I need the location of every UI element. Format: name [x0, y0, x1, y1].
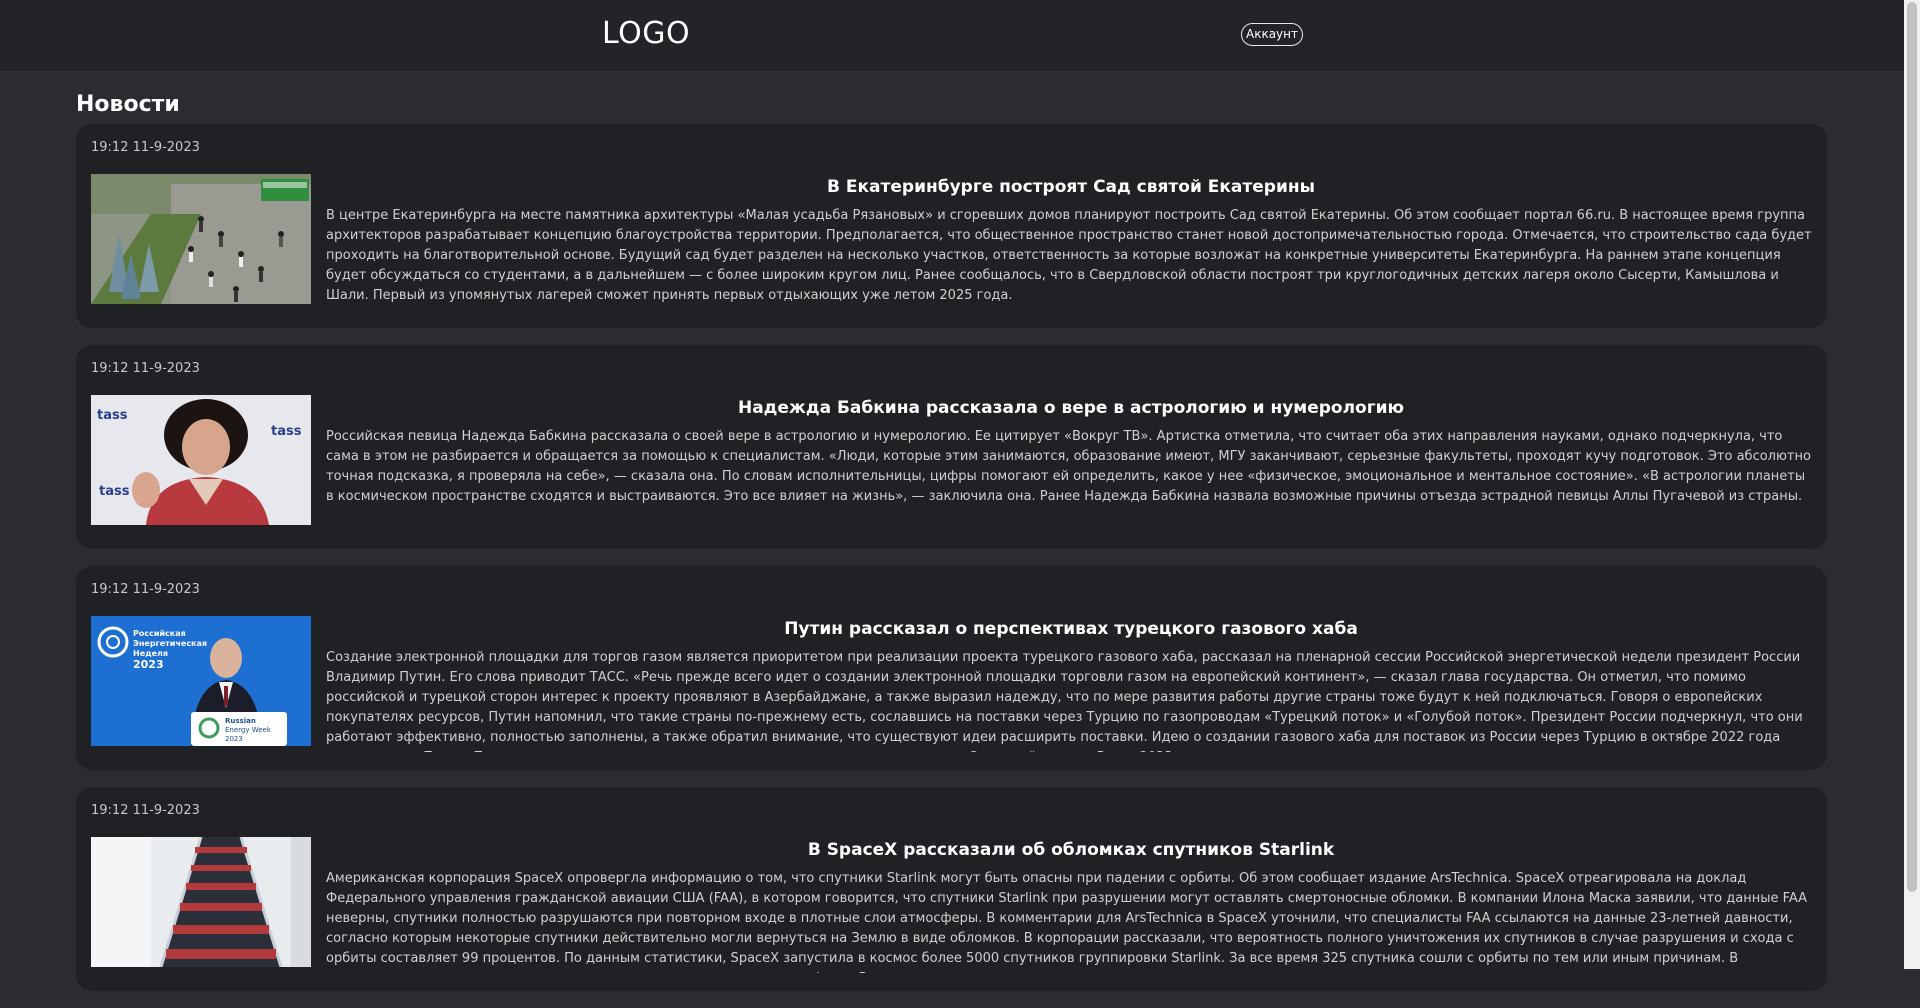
news-card[interactable]: 19:12 11-9-2023 Российская Энергетическа…: [76, 566, 1827, 770]
news-date: 19:12 11-9-2023: [91, 361, 200, 376]
news-date: 19:12 11-9-2023: [91, 803, 200, 818]
street-garden-photo: [91, 174, 311, 304]
svg-text:Неделя: Неделя: [133, 649, 168, 658]
news-text: Создание электронной площадки для торгов…: [326, 650, 1803, 752]
news-card[interactable]: 19:12 11-9-2023 tass tass tass Надежда Б…: [76, 345, 1827, 549]
news-text: Американская корпорация SpaceX опровергл…: [326, 871, 1808, 973]
svg-text:tass: tass: [97, 408, 128, 423]
scrollbar-thumb[interactable]: [1907, 2, 1917, 892]
logo[interactable]: LOGO: [602, 16, 690, 51]
news-title[interactable]: Путин рассказал о перспективах турецкого…: [326, 619, 1816, 639]
news-thumbnail[interactable]: [91, 174, 311, 304]
news-date: 19:12 11-9-2023: [91, 140, 200, 155]
portrait-photo: tass tass tass: [91, 395, 311, 525]
account-button[interactable]: Аккаунт: [1241, 23, 1303, 46]
news-text: В центре Екатеринбурга на месте памятник…: [326, 208, 1812, 303]
svg-text:2023: 2023: [225, 735, 243, 743]
svg-text:tass: tass: [99, 484, 130, 499]
page-title: Новости: [76, 92, 180, 117]
speaker-photo: Российская Энергетическая Неделя 2023 Ru…: [91, 616, 311, 746]
news-thumbnail[interactable]: Российская Энергетическая Неделя 2023 Ru…: [91, 616, 311, 746]
news-date: 19:12 11-9-2023: [91, 582, 200, 597]
svg-text:Российская: Российская: [133, 629, 186, 638]
news-text: Российская певица Надежда Бабкина расска…: [326, 429, 1811, 504]
news-card[interactable]: 19:12 11-9-2023 В SpaceX рассказали об о…: [76, 787, 1827, 991]
news-thumbnail[interactable]: [91, 837, 311, 967]
svg-text:2023: 2023: [133, 658, 164, 671]
vertical-scrollbar[interactable]: [1904, 0, 1920, 969]
svg-text:Energy Week: Energy Week: [225, 726, 272, 734]
svg-text:Russian: Russian: [225, 717, 256, 725]
news-title[interactable]: В SpaceX рассказали об обломках спутнико…: [326, 840, 1816, 860]
news-title[interactable]: В Екатеринбурге построят Сад святой Екат…: [326, 177, 1816, 197]
satellites-photo: [91, 837, 311, 967]
top-header: LOGO Аккаунт: [0, 0, 1904, 70]
svg-text:Энергетическая: Энергетическая: [133, 639, 207, 648]
news-list: 19:12 11-9-2023 В Екатеринбурге построят…: [76, 124, 1827, 1008]
news-title[interactable]: Надежда Бабкина рассказала о вере в астр…: [326, 398, 1816, 418]
svg-text:tass: tass: [271, 424, 302, 439]
news-card[interactable]: 19:12 11-9-2023 В Екатеринбурге построят…: [76, 124, 1827, 328]
news-thumbnail[interactable]: tass tass tass: [91, 395, 311, 525]
